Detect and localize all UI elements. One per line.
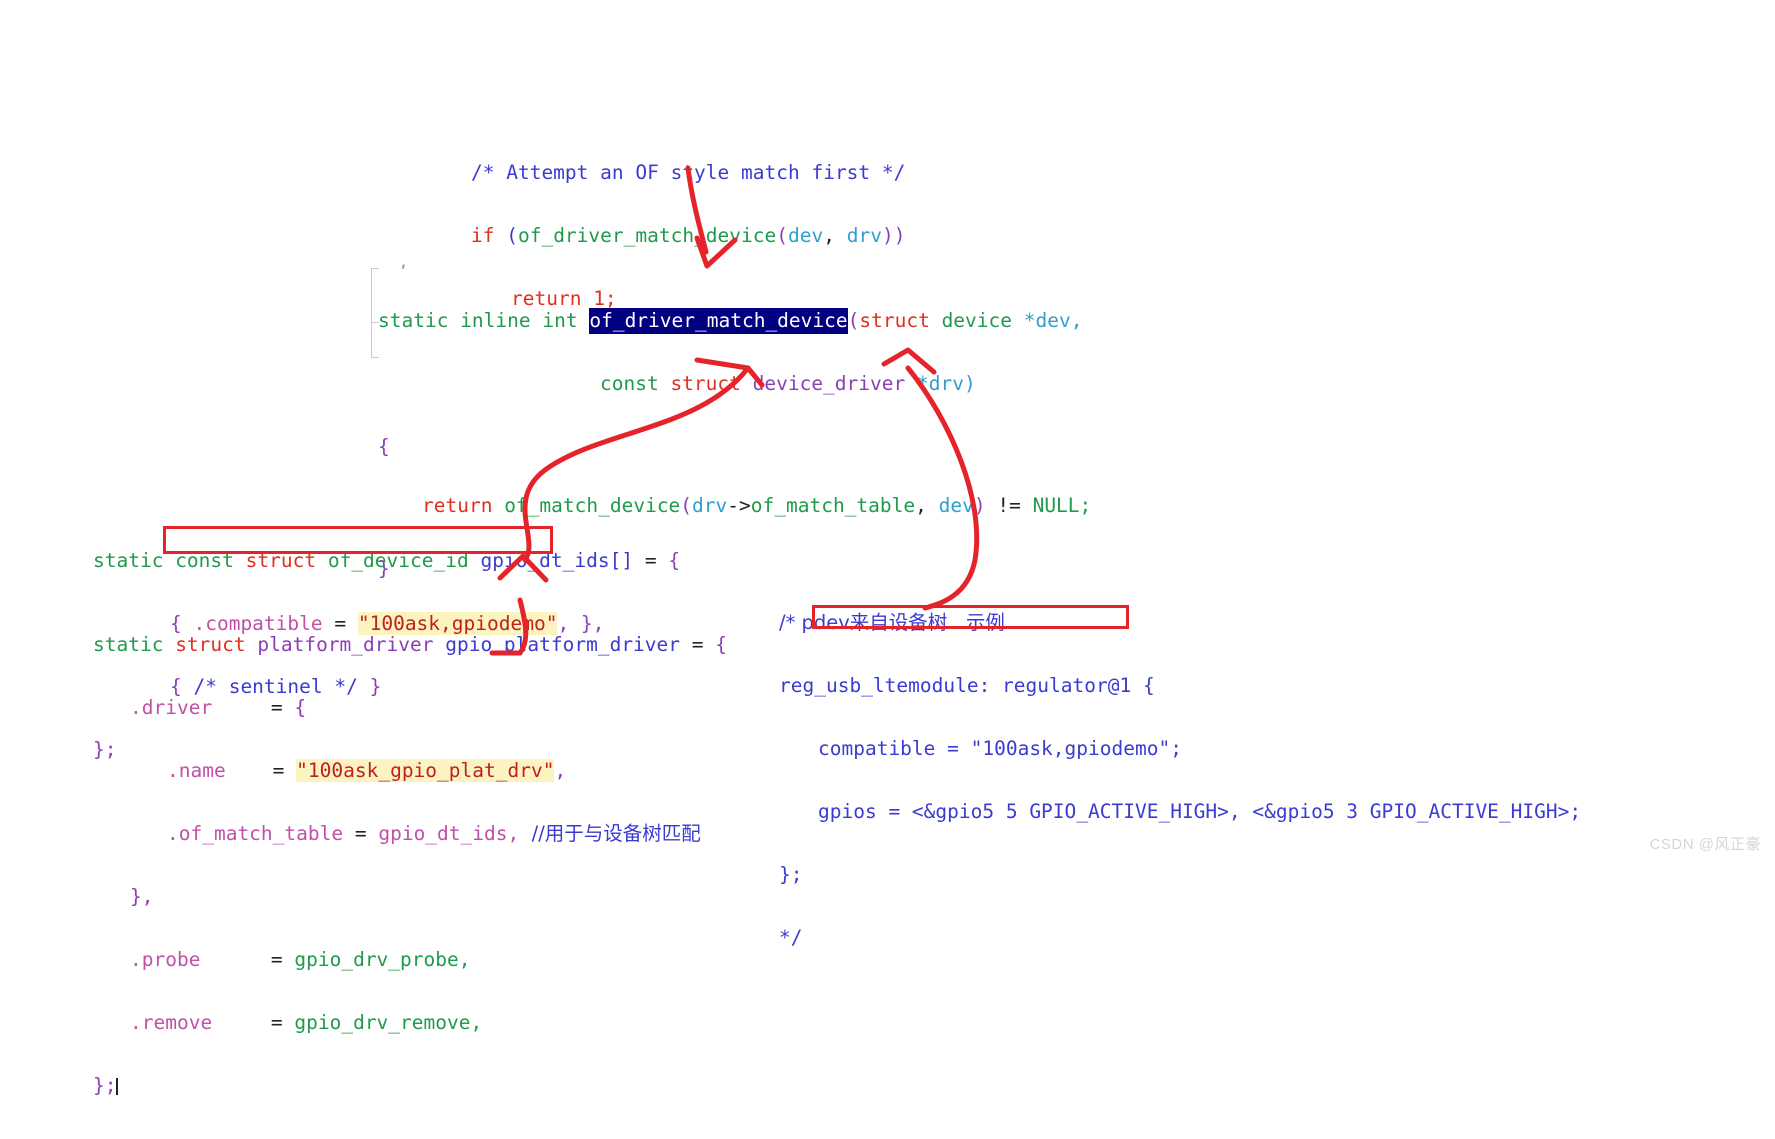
code-line-dt-gpios: gpios = <&gpio5 5 GPIO_ACTIVE_HIGH>, <&g… <box>818 800 1582 823</box>
code-line-dt-node: reg_usb_ltemodule: regulator@1 { <box>779 674 1155 697</box>
indent-guide-left <box>371 268 372 358</box>
code-line-signature: static inline int of_driver_match_device… <box>378 308 1083 334</box>
csdn-watermark: CSDN @风正豪 <box>1649 836 1761 853</box>
code-line-dt-comment-close: */ <box>779 926 803 949</box>
code-line-driver-decl: static struct platform_driver gpio_platf… <box>93 633 728 656</box>
chinese-inline-comment: //用于与设备树匹配 <box>519 822 701 845</box>
code-line-dt-ids-decl: static const struct of_device_id gpio_dt… <box>93 549 681 572</box>
code-snippet-devicetree-example: /* pdev来自设备树 示例 reg_usb_ltemodule: regul… <box>779 570 1581 990</box>
code-line-remove: .remove = gpio_drv_remove, <box>130 1011 483 1034</box>
code-snippet-platform-driver: static struct platform_driver gpio_platf… <box>93 592 727 1138</box>
code-line-open-brace: { <box>378 435 390 458</box>
driver-name-string: "100ask_gpio_plat_drv" <box>296 759 555 782</box>
code-line-signature-cont: const struct device_driver *drv) <box>600 372 976 395</box>
code-line-if: if (of_driver_match_device(dev, drv)) <box>471 224 906 247</box>
code-line-dt-compatible: compatible = "100ask,gpiodemo"; <box>818 737 1182 760</box>
code-line-of-match-table: .of_match_table = gpio_dt_ids, //用于与设备树匹… <box>167 822 701 845</box>
selected-function-name[interactable]: of_driver_match_device <box>589 308 848 334</box>
code-line-driver-end: }; <box>93 1074 119 1097</box>
code-line-driver-close: }, <box>130 885 154 908</box>
code-line-dt-comment-open: /* pdev来自设备树 示例 <box>779 611 1005 634</box>
code-line-probe: .probe = gpio_drv_probe, <box>130 948 471 971</box>
code-line-name-field: .name = "100ask_gpio_plat_drv", <box>167 759 567 782</box>
code-line-driver-field: .driver = { <box>130 696 307 719</box>
screenshot-canvas: /* Attempt an OF style match first */ if… <box>0 0 1775 1096</box>
code-line-dt-node-end: }; <box>779 863 803 886</box>
text-cursor <box>116 1078 119 1095</box>
code-line-comment: /* Attempt an OF style match first */ <box>471 161 906 184</box>
